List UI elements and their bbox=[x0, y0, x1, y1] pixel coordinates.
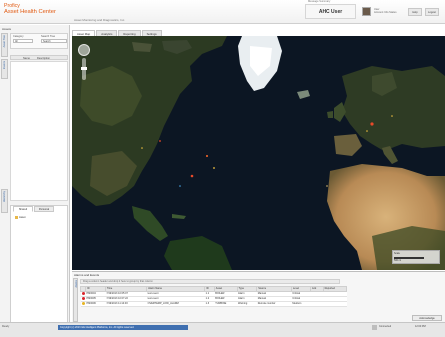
map-canvas bbox=[72, 36, 445, 270]
table-cell-num: 1.3 bbox=[204, 301, 215, 307]
category-select[interactable]: All bbox=[13, 39, 33, 43]
scale-value: 500 mi bbox=[394, 258, 402, 262]
table-cell-id: PM0006 bbox=[85, 301, 106, 307]
alarms-side-tab[interactable]: Alarms bbox=[73, 278, 78, 322]
user-info: User Account Info Status bbox=[374, 8, 397, 14]
tab-personal[interactable]: Personal bbox=[34, 206, 54, 212]
search-label: Search Tree bbox=[41, 35, 56, 38]
table-cell-level: Medium bbox=[291, 301, 311, 307]
tree-column-header: Name Description bbox=[10, 55, 68, 60]
left-panel: Assets Asset Tree Events Hierarchy Categ… bbox=[0, 25, 70, 337]
table-cell-time: 7/19/2013 11:14:03 bbox=[105, 301, 147, 307]
severity-icon bbox=[81, 296, 85, 300]
app-header: Proficy Asset Health Center Asset Monito… bbox=[0, 0, 445, 24]
clock: 12:00 PM bbox=[415, 325, 426, 328]
world-map[interactable]: Scale 500 mi bbox=[72, 36, 445, 270]
brand-line2: Asset Health Center bbox=[4, 9, 56, 16]
tab-shared[interactable]: Shared bbox=[13, 206, 33, 212]
vtab-asset-tree[interactable]: Asset Tree bbox=[1, 33, 8, 57]
filter-box: Category All Search Tree Search bbox=[10, 33, 68, 49]
alarms-table: ID Time Alarm Name ID Asset Type Source … bbox=[80, 286, 348, 307]
scale-label: Scale bbox=[394, 252, 400, 255]
table-cell-name: OVERTEMP_LOW_ALARM bbox=[146, 301, 205, 307]
group-by-hint[interactable]: Drag a column header and drop it here to… bbox=[80, 279, 340, 284]
table-cell-ack bbox=[310, 301, 324, 307]
folder-icon bbox=[15, 216, 18, 219]
severity-icon bbox=[81, 291, 85, 295]
alarms-title: Alarms and Events bbox=[74, 273, 100, 277]
pan-control[interactable] bbox=[78, 44, 90, 56]
table-cell-asset: TURBINE bbox=[214, 301, 238, 307]
severity-icon bbox=[81, 301, 85, 305]
tree-item-label: Asset bbox=[19, 216, 26, 219]
hierarchy-panel: Shared Personal Asset bbox=[10, 205, 68, 330]
asset-tree[interactable] bbox=[10, 61, 68, 201]
table-cell-source: Remote monitor bbox=[256, 301, 292, 307]
map-scale: Scale 500 mi bbox=[392, 250, 440, 264]
column-name[interactable]: Name bbox=[23, 57, 30, 60]
vtab-events[interactable]: Events bbox=[1, 59, 8, 79]
status-text: Ready bbox=[2, 325, 10, 328]
table-row[interactable]: PM0006 7/19/2013 11:14:03 OVERTEMP_LOW_ALA… bbox=[80, 301, 347, 307]
connection-icon bbox=[372, 325, 377, 330]
avatar[interactable] bbox=[362, 7, 371, 16]
copyright-banner: Copyright (c) 2013 GE Intelligent Platfo… bbox=[58, 325, 188, 330]
table-cell-reported bbox=[323, 301, 347, 307]
vtab-hierarchy[interactable]: Hierarchy bbox=[1, 189, 8, 213]
app-subtitle: Asset Monitoring and Diagnostics, Inc. bbox=[74, 18, 126, 22]
connection-status: Connected bbox=[379, 325, 392, 328]
column-description[interactable]: Description bbox=[37, 57, 50, 60]
acknowledge-button[interactable]: Acknowledge bbox=[412, 315, 442, 321]
user-line2: Account Info Status bbox=[374, 11, 397, 15]
user-title[interactable]: AHC User bbox=[305, 4, 356, 19]
category-label: Category bbox=[13, 35, 24, 38]
list-item[interactable]: Asset bbox=[15, 216, 26, 219]
search-input[interactable]: Search bbox=[41, 39, 67, 43]
zoom-slider[interactable] bbox=[81, 58, 87, 80]
left-panel-title: Assets bbox=[2, 27, 12, 31]
message-summary-label: Message Summary bbox=[308, 0, 331, 3]
help-button[interactable]: Help bbox=[408, 8, 422, 16]
table-cell-type: Warning bbox=[237, 301, 257, 307]
logout-button[interactable]: Logout bbox=[425, 8, 439, 16]
status-bar: Ready Copyright (c) 2013 GE Intelligent … bbox=[0, 322, 445, 337]
alarms-panel: Alarms and Events Alarms Drag a column h… bbox=[72, 271, 445, 322]
vertical-tabs: Asset Tree Events Hierarchy bbox=[1, 33, 8, 243]
brand-logo: Proficy Asset Health Center bbox=[4, 3, 56, 16]
